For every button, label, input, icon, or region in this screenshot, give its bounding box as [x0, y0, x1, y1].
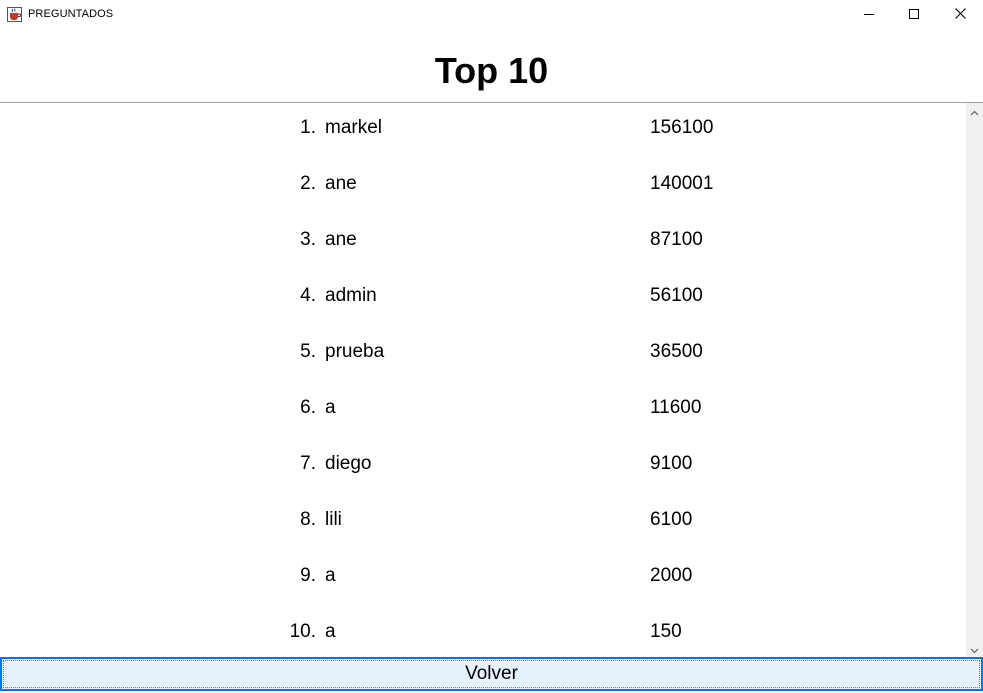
- rank-position: 5.: [300, 341, 316, 362]
- player-score: 36500: [650, 341, 703, 362]
- ranking-row: 2. ane 140001: [0, 159, 966, 199]
- player-name: diego: [325, 453, 372, 474]
- player-score: 56100: [650, 285, 703, 306]
- ranking-row: 4. admin 56100: [0, 271, 966, 311]
- scroll-down-button[interactable]: [966, 641, 983, 658]
- ranking-row: 8. lili 6100: [0, 495, 966, 535]
- player-score: 156100: [650, 117, 714, 138]
- player-score: 11600: [650, 397, 702, 418]
- ranking-row: 10. a 150: [0, 607, 966, 647]
- ranking-scroll-panel[interactable]: 1. markel 156100 2. ane 140001 3. ane 87…: [0, 102, 983, 658]
- maximize-icon: [909, 6, 919, 24]
- back-button-label: Volver: [465, 663, 518, 684]
- back-button[interactable]: Volver: [0, 657, 983, 691]
- rank-position: 3.: [300, 229, 316, 250]
- player-score: 87100: [650, 229, 703, 250]
- player-score: 150: [650, 621, 682, 642]
- rank-position: 7.: [300, 453, 316, 474]
- chevron-up-icon: [970, 103, 979, 121]
- player-score: 2000: [650, 565, 693, 586]
- player-score: 6100: [650, 509, 693, 530]
- player-name: a: [325, 565, 336, 586]
- vertical-scrollbar[interactable]: [966, 103, 983, 658]
- ranking-row: 7. diego 9100: [0, 439, 966, 479]
- scroll-up-button[interactable]: [966, 103, 983, 120]
- player-name: a: [325, 621, 336, 642]
- maximize-button[interactable]: [891, 0, 937, 30]
- title-bar[interactable]: PREGUNTADOS: [0, 0, 983, 30]
- ranking-row: 6. a 11600: [0, 383, 966, 423]
- ranking-row: 5. prueba 36500: [0, 327, 966, 367]
- player-name: prueba: [325, 341, 385, 362]
- java-cup-icon: [7, 7, 22, 22]
- minimize-icon: [864, 6, 874, 24]
- window-title: PREGUNTADOS: [28, 8, 114, 20]
- player-name: a: [325, 397, 336, 418]
- ranking-row: 3. ane 87100: [0, 215, 966, 255]
- ranking-row: 1. markel 156100: [0, 103, 966, 143]
- player-name: ane: [325, 229, 357, 250]
- player-score: 140001: [650, 173, 714, 194]
- rank-position: 1.: [300, 117, 316, 138]
- player-name: ane: [325, 173, 357, 194]
- app-window: PREGUNTADOS Top 10 1. markel 156100 2. a…: [0, 0, 983, 693]
- minimize-button[interactable]: [846, 0, 892, 30]
- ranking-list: 1. markel 156100 2. ane 140001 3. ane 87…: [0, 103, 966, 658]
- player-name: admin: [325, 285, 377, 306]
- rank-position: 2.: [300, 173, 316, 194]
- page-title: Top 10: [434, 50, 549, 91]
- rank-position: 10.: [289, 621, 316, 642]
- close-button[interactable]: [937, 0, 983, 30]
- chevron-down-icon: [970, 641, 979, 659]
- player-name: lili: [325, 509, 342, 530]
- close-icon: [954, 6, 966, 24]
- rank-position: 9.: [300, 565, 316, 586]
- rank-position: 8.: [300, 509, 316, 530]
- rank-position: 6.: [300, 397, 316, 418]
- player-score: 9100: [650, 453, 693, 474]
- rank-position: 4.: [300, 285, 316, 306]
- player-name: markel: [325, 117, 383, 138]
- ranking-row: 9. a 2000: [0, 551, 966, 591]
